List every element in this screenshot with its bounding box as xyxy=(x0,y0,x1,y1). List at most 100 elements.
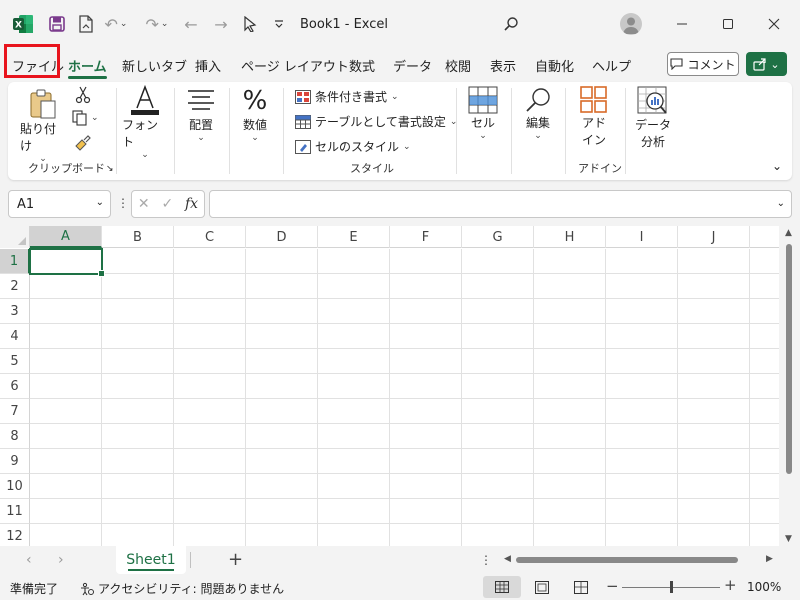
maximize-button[interactable] xyxy=(716,14,740,34)
save-icon[interactable] xyxy=(47,14,67,34)
tab-insert[interactable]: 挿入 xyxy=(195,54,221,76)
row-header[interactable]: 9 xyxy=(0,449,30,474)
column-header[interactable]: F xyxy=(390,226,462,248)
row-header[interactable]: 11 xyxy=(0,499,30,524)
column-header[interactable]: H xyxy=(534,226,606,248)
scroll-right-icon[interactable]: ▶ xyxy=(766,554,773,564)
cell-area[interactable] xyxy=(30,249,779,546)
formula-input[interactable]: ⌄ xyxy=(209,190,792,218)
quick-access-customize-icon[interactable] xyxy=(270,14,288,34)
conditional-formatting-button[interactable]: 条件付き書式 ⌄ xyxy=(295,88,399,105)
select-all-button[interactable] xyxy=(0,226,30,248)
scroll-down-icon[interactable]: ▼ xyxy=(785,534,792,544)
row-header[interactable]: 3 xyxy=(0,299,30,324)
cells-button[interactable]: セル ⌄ xyxy=(460,86,506,141)
column-header[interactable]: A xyxy=(30,226,102,248)
name-box[interactable]: A1 ⌄ xyxy=(8,190,111,218)
vertical-scrollbar[interactable]: ▲ ▼ xyxy=(779,226,800,546)
scroll-left-icon[interactable]: ◀ xyxy=(504,554,511,564)
paste-button[interactable]: 貼り付け ⌄ xyxy=(20,88,66,164)
horizontal-scroll-thumb[interactable] xyxy=(516,557,738,563)
tab-formulas[interactable]: 数式 xyxy=(349,54,375,76)
row-header[interactable]: 5 xyxy=(0,349,30,374)
enter-formula-icon[interactable]: ✓ xyxy=(161,196,173,212)
tab-page-layout[interactable]: ページ レイアウト xyxy=(241,54,349,76)
column-header[interactable]: J xyxy=(678,226,750,248)
column-header[interactable]: C xyxy=(174,226,246,248)
tab-new[interactable]: 新しいタブ xyxy=(122,54,187,76)
row-header[interactable]: 1 xyxy=(0,249,30,274)
format-painter-button[interactable] xyxy=(72,134,94,152)
formula-bar-grip-icon[interactable]: ⋮ xyxy=(117,196,129,210)
name-box-dropdown-icon[interactable]: ⌄ xyxy=(96,197,104,208)
new-document-icon[interactable] xyxy=(76,14,96,34)
expand-formula-bar-icon[interactable]: ⌄ xyxy=(777,198,785,209)
clipboard-launcher-icon[interactable]: ↘ xyxy=(106,164,114,174)
alignment-button[interactable]: 配置 ⌄ xyxy=(178,88,224,143)
sheet-tab-label: Sheet1 xyxy=(126,552,176,568)
grid-view-icon xyxy=(495,581,509,593)
accessibility-status[interactable]: アクセシビリティ: 問題ありません xyxy=(80,580,284,597)
next-sheet-icon[interactable]: › xyxy=(58,552,64,568)
sheet-tab-sheet1[interactable]: Sheet1 xyxy=(116,546,186,574)
zoom-in-button[interactable]: + xyxy=(724,576,737,594)
row-header[interactable]: 12 xyxy=(0,524,30,546)
horizontal-scrollbar[interactable]: ◀ ▶ xyxy=(500,553,780,567)
page-layout-view-button[interactable] xyxy=(531,576,553,598)
row-header[interactable]: 2 xyxy=(0,274,30,299)
close-button[interactable] xyxy=(762,14,786,34)
worksheet-grid[interactable]: A B C D E F G H I J 1 2 3 4 5 6 7 8 9 10… xyxy=(0,226,779,546)
tab-data[interactable]: データ xyxy=(393,54,432,76)
addins-button[interactable]: アド イン xyxy=(571,86,617,148)
tab-view[interactable]: 表示 xyxy=(490,54,516,76)
row-header[interactable]: 4 xyxy=(0,324,30,349)
active-cell-a1[interactable] xyxy=(29,248,105,277)
insert-function-button[interactable]: fx xyxy=(185,196,198,212)
format-as-table-button[interactable]: テーブルとして書式設定 ⌄ xyxy=(295,113,457,130)
tab-home[interactable]: ホーム xyxy=(68,54,107,79)
cut-button[interactable] xyxy=(72,86,94,104)
redo-icon[interactable]: ↷ ⌄ xyxy=(145,14,169,34)
copy-button[interactable]: ⌄ xyxy=(72,110,108,126)
column-header[interactable]: G xyxy=(462,226,534,248)
user-avatar[interactable] xyxy=(620,13,642,35)
font-button[interactable]: フォント ⌄ xyxy=(122,84,168,160)
scroll-up-icon[interactable]: ▲ xyxy=(785,228,792,238)
row-header[interactable]: 8 xyxy=(0,424,30,449)
row-header[interactable]: 10 xyxy=(0,474,30,499)
undo-icon[interactable]: ↶ ⌄ xyxy=(104,14,128,34)
cell-styles-button[interactable]: セルのスタイル ⌄ xyxy=(295,138,411,155)
ribbon-collapse-chevron-icon[interactable]: ⌄ xyxy=(768,158,786,174)
tab-automate[interactable]: 自動化 xyxy=(535,54,574,76)
horizontal-scroll-grip-icon[interactable]: ⋮ xyxy=(480,553,492,567)
column-header[interactable]: E xyxy=(318,226,390,248)
status-bar: 準備完了 アクセシビリティ: 問題ありません − + 100% xyxy=(0,576,800,600)
tab-help[interactable]: ヘルプ xyxy=(592,54,631,76)
column-header[interactable]: B xyxy=(102,226,174,248)
forward-arrow-icon[interactable]: → xyxy=(210,14,232,34)
copy-dropdown-icon[interactable]: ⌄ xyxy=(91,113,99,123)
previous-sheet-icon[interactable]: ‹ xyxy=(26,552,32,568)
column-header[interactable]: I xyxy=(606,226,678,248)
vertical-scroll-thumb[interactable] xyxy=(786,244,792,474)
editing-button[interactable]: 編集 ⌄ xyxy=(515,86,561,141)
row-header[interactable]: 6 xyxy=(0,374,30,399)
tab-review[interactable]: 校閲 xyxy=(445,54,471,76)
page-break-view-button[interactable] xyxy=(570,576,592,598)
zoom-level[interactable]: 100% xyxy=(747,580,781,594)
add-sheet-icon[interactable]: + xyxy=(228,549,243,570)
zoom-slider-thumb[interactable] xyxy=(670,581,673,593)
number-button[interactable]: % 数値 ⌄ xyxy=(232,86,278,143)
analyze-data-button[interactable]: データ 分析 xyxy=(630,86,676,150)
search-icon[interactable] xyxy=(500,14,522,34)
normal-view-button[interactable] xyxy=(483,576,521,598)
zoom-out-button[interactable]: − xyxy=(606,577,619,595)
share-button[interactable]: ⌄ xyxy=(746,52,787,76)
cancel-formula-icon[interactable]: ✕ xyxy=(138,196,150,212)
back-arrow-icon[interactable]: ← xyxy=(180,14,202,34)
pointer-icon[interactable] xyxy=(240,14,260,34)
column-header[interactable]: D xyxy=(246,226,318,248)
minimize-button[interactable] xyxy=(670,14,694,34)
comments-button[interactable]: コメント xyxy=(667,52,739,76)
row-header[interactable]: 7 xyxy=(0,399,30,424)
